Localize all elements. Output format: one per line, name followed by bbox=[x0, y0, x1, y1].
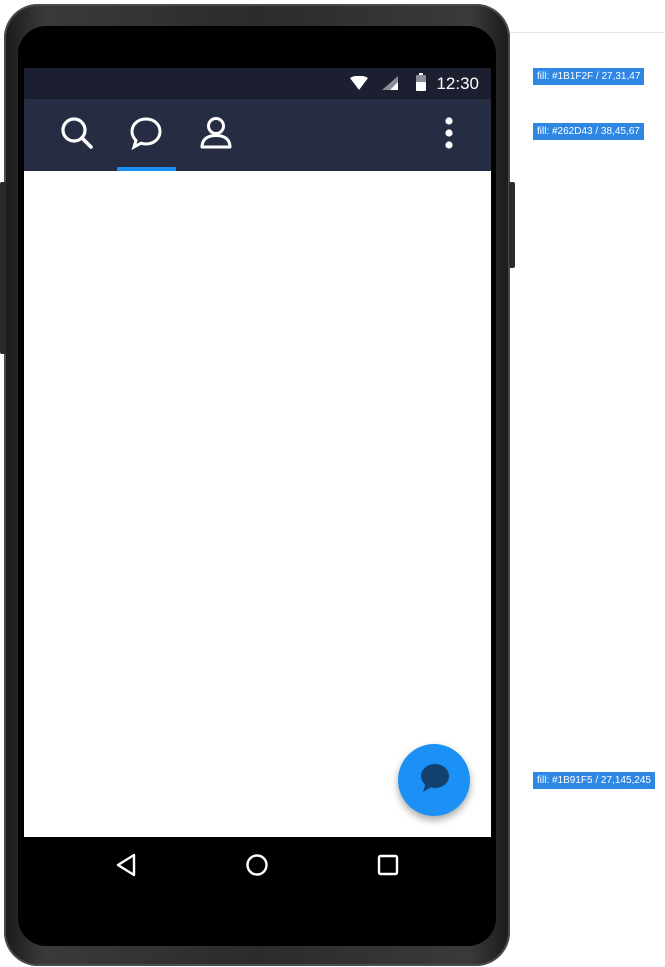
back-button[interactable] bbox=[96, 837, 156, 898]
home-button[interactable] bbox=[227, 837, 287, 898]
navigation-bar bbox=[24, 837, 491, 898]
chat-bubble-icon bbox=[417, 762, 451, 799]
tab-profile[interactable] bbox=[186, 99, 246, 171]
overflow-menu-button[interactable] bbox=[434, 99, 464, 171]
color-annotation-app-bar: fill: #262D43 / 38,45,67 bbox=[533, 123, 644, 140]
power-button bbox=[509, 182, 515, 268]
screen: 12:30 bbox=[24, 68, 491, 898]
tab-chat[interactable] bbox=[116, 99, 176, 171]
person-icon bbox=[198, 116, 234, 155]
guide-line bbox=[510, 32, 665, 33]
color-annotation-status-bar: fill: #1B1F2F / 27,31,47 bbox=[533, 68, 645, 85]
app-bar bbox=[24, 99, 491, 171]
home-icon bbox=[245, 853, 269, 882]
content-area bbox=[24, 171, 491, 837]
recents-button[interactable] bbox=[358, 837, 418, 898]
signal-icon bbox=[382, 76, 398, 95]
volume-button bbox=[0, 182, 6, 354]
battery-icon bbox=[416, 73, 426, 96]
new-chat-fab[interactable] bbox=[398, 744, 470, 816]
recents-icon bbox=[377, 854, 399, 881]
back-icon bbox=[115, 853, 137, 882]
wifi-icon bbox=[350, 75, 368, 95]
search-icon bbox=[60, 116, 94, 155]
color-annotation-fab: fill: #1B91F5 / 27,145,245 bbox=[533, 772, 655, 789]
status-clock: 12:30 bbox=[436, 74, 479, 93]
more-vert-icon bbox=[444, 116, 454, 155]
tab-search[interactable] bbox=[47, 99, 107, 171]
status-bar: 12:30 bbox=[24, 68, 491, 99]
chat-bubble-icon bbox=[129, 116, 163, 155]
